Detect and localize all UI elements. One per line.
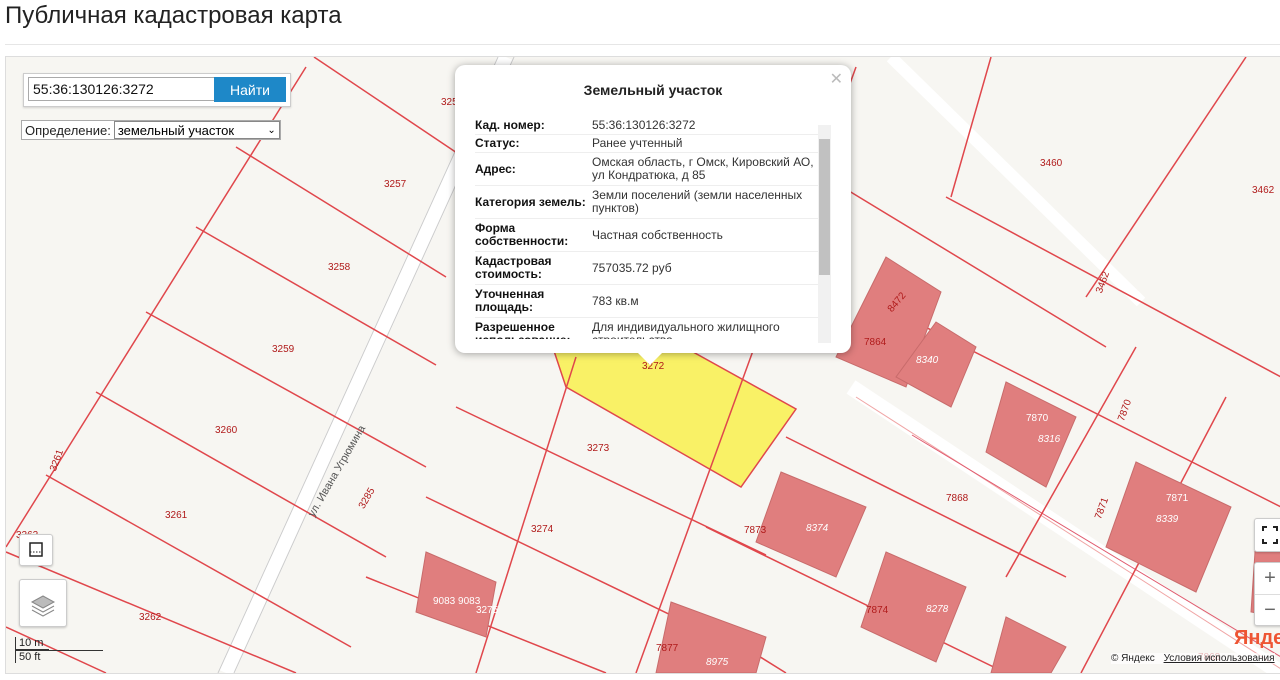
parcel-label: 8374 [806,523,829,534]
parcel-label: 7871 [1166,493,1189,504]
info-row: Кадастровая стоимость: 757035.72 руб [475,252,820,285]
definition-label: Определение: [25,122,111,138]
info-value: 757035.72 руб [592,260,672,275]
parcel-label: 8278 [926,604,949,615]
parcel-label: 3260 [215,425,238,436]
layers-button[interactable] [19,579,67,627]
info-value: Частная собственность [592,227,723,242]
info-value: Для индивидуального жилищного строительс… [592,320,780,340]
scale-metric: 10 m [15,637,49,650]
parcel-label: 3257 [384,179,407,190]
parcel-label: 8316 [1038,434,1061,445]
info-key: Адрес: [475,161,516,176]
info-value: Земли поселений (земли населенных пункто… [592,188,803,215]
parcel-label: 3462 [1252,185,1275,196]
definition-control: Определение: земельный участок ⌄ [21,120,281,140]
popup-title: Земельный участок [583,82,723,98]
parcel-label: 8975 [706,657,729,668]
map-attribution: © Яндекс Условия использования [1111,653,1275,664]
parcel-label: 3273 [587,443,610,454]
scroll-thumb[interactable] [819,139,830,275]
copyright-text: © Яндекс [1111,653,1155,664]
parcel-label: 8340 [916,355,939,366]
info-key: Форма собственности: [475,221,569,248]
info-key: Разрешенное использование: [475,320,571,340]
ruler-button[interactable] [19,534,53,566]
zoom-control: + − [1254,562,1280,626]
zoom-out-icon[interactable]: − [1255,594,1280,626]
search-button[interactable]: Найти [214,77,286,102]
info-row: Статус: Ранее учтенный [475,135,820,153]
zoom-in-icon[interactable]: + [1255,563,1280,594]
scale-bar: 10 m 50 ft [15,637,105,663]
info-key: Кад. номер: [475,118,545,132]
chevron-down-icon: ⌄ [267,124,276,136]
info-key: Статус: [475,136,520,150]
parcel-info-table: Кад. номер: 55:36:130126:3272 Статус: Ране… [475,117,820,339]
info-row: Адрес: Омская область, г Омск, Кировский … [475,153,820,186]
definition-select[interactable]: земельный участок ⌄ [113,121,280,139]
parcel-label: 8339 [1156,514,1179,525]
info-value: 783 кв.м [592,293,639,308]
cadastral-map[interactable]: 3257 3258 3259 3260 3261 3261 3262 3262 … [5,56,1280,674]
fullscreen-icon [1262,526,1278,544]
page-title: Публичная кадастровая карта [5,2,342,29]
info-value: Омская область, г Омск, Кировский АО, ул… [592,155,814,182]
info-key: Уточненная площадь: [475,287,545,314]
search-box: Найти [23,73,291,107]
parcel-label: 7868 [946,493,969,504]
info-row: Форма собственности: Частная собственност… [475,219,820,252]
scale-imperial: 50 ft [15,650,103,663]
definition-selected: земельный участок [117,122,235,138]
parcel-label: 3274 [531,524,554,535]
parcel-label: 7870 [1026,413,1049,424]
yandex-logo: Яндекс [1234,627,1280,649]
ruler-icon [29,542,43,557]
parcel-label: 7874 [866,605,889,616]
info-row: Категория земель: Земли поселений (земли … [475,186,820,219]
selected-parcel [549,336,798,488]
parcel-popup: ✕ Земельный участок Кад. номер: 55:36:130… [455,65,851,365]
parcel-label: 7864 [864,337,887,348]
info-row: Разрешенное использование: Для индивидуал… [475,318,820,340]
info-value: 55:36:130126:3272 [592,118,696,132]
info-key: Категория земель: [475,194,586,209]
divider [5,44,1280,45]
info-row: Уточненная площадь: 783 кв.м [475,285,820,318]
parcel-label: 7877 [656,643,679,654]
parcel-label: 3460 [1040,158,1063,169]
terms-link[interactable]: Условия использования [1164,653,1275,664]
parcel-label: 3258 [328,262,351,273]
parcel-label: 3262 [139,612,162,623]
info-key: Кадастровая стоимость: [475,254,552,281]
parcel-label: 9083 9083 [433,596,481,607]
popup-scrollbar[interactable] [818,125,831,343]
fullscreen-button[interactable] [1254,518,1280,552]
layers-icon [30,595,56,617]
parcel-label: 7873 [744,525,767,536]
search-input[interactable] [28,77,218,101]
parcel-label: 3261 [165,510,188,521]
info-row: Кад. номер: 55:36:130126:3272 [475,117,820,135]
info-value: Ранее учтенный [592,136,683,150]
parcel-label: 3259 [272,344,295,355]
popup-tail [638,353,662,365]
